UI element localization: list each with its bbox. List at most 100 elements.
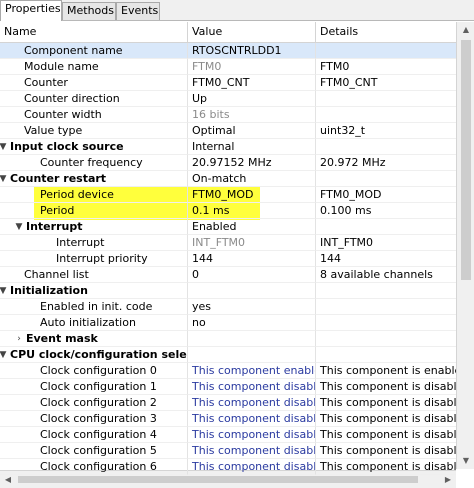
collapse-chevron-icon[interactable]: ▼ xyxy=(14,219,24,234)
details-cell: This component is disabled xyxy=(316,379,456,395)
table-row[interactable]: ▼ Interrupt Enabled xyxy=(0,219,474,235)
table-row[interactable]: Period 0.1 ms 0.100 ms xyxy=(0,203,474,219)
property-table: Component name RTOSCNTRLDD1 Module name FTM… xyxy=(0,43,474,475)
property-name: Channel list xyxy=(24,268,89,281)
table-row[interactable]: Interrupt priority 144 144 xyxy=(0,251,474,267)
name-cell: Value type xyxy=(0,123,188,139)
value-cell[interactable]: This component disabled xyxy=(188,443,316,459)
details-cell xyxy=(316,107,456,123)
name-cell: Clock configuration 3 xyxy=(0,411,188,427)
expand-chevron-icon[interactable]: › xyxy=(14,331,24,346)
name-cell: ▼CPU clock/configuration selection xyxy=(0,347,188,363)
table-row[interactable]: Enabled in init. code yes xyxy=(0,299,474,315)
table-row[interactable]: Channel list 0 8 available channels xyxy=(0,267,474,283)
value-cell[interactable]: This component disabled xyxy=(188,379,316,395)
property-name: Period xyxy=(40,204,75,217)
value-cell[interactable]: FTM0_MOD xyxy=(188,187,316,203)
table-row[interactable]: › Event mask xyxy=(0,331,474,347)
value-cell[interactable]: no xyxy=(188,315,316,331)
value-cell[interactable]: 0.1 ms xyxy=(188,203,316,219)
property-name: Interrupt priority xyxy=(56,252,148,265)
value-cell[interactable]: 0 xyxy=(188,267,316,283)
details-cell: uint32_t xyxy=(316,123,456,139)
details-cell: This component is enabled xyxy=(316,363,456,379)
scroll-up-icon[interactable]: ▲ xyxy=(457,22,474,38)
table-row[interactable]: Value type Optimal uint32_t xyxy=(0,123,474,139)
property-name: Counter width xyxy=(24,108,102,121)
table-row[interactable]: ▼ Initialization xyxy=(0,283,474,299)
value-cell[interactable]: FTM0_CNT xyxy=(188,75,316,91)
name-cell: Interrupt priority xyxy=(0,251,188,267)
value-cell[interactable]: RTOSCNTRLDD1 xyxy=(188,43,316,59)
table-row[interactable]: Counter FTM0_CNT FTM0_CNT xyxy=(0,75,474,91)
table-row[interactable]: Interrupt INT_FTM0 INT_FTM0 xyxy=(0,235,474,251)
value-cell[interactable]: This component disabled xyxy=(188,427,316,443)
column-header-details[interactable]: Details xyxy=(316,22,456,42)
details-cell xyxy=(316,139,456,155)
value-cell[interactable]: 16 bits xyxy=(188,107,316,123)
table-row[interactable]: Counter direction Up xyxy=(0,91,474,107)
value-cell[interactable]: yes xyxy=(188,299,316,315)
tab-properties[interactable]: Properties xyxy=(0,0,62,21)
table-row[interactable]: ▼CPU clock/configuration selection xyxy=(0,347,474,363)
table-row[interactable]: Component name RTOSCNTRLDD1 xyxy=(0,43,474,59)
value-cell[interactable]: This component disabled xyxy=(188,395,316,411)
name-cell: Clock configuration 4 xyxy=(0,427,188,443)
tab-events[interactable]: Events xyxy=(116,2,160,20)
details-cell xyxy=(316,219,456,235)
name-cell: Counter width xyxy=(0,107,188,123)
table-row[interactable]: Auto initialization no xyxy=(0,315,474,331)
property-name: Input clock source xyxy=(10,140,124,153)
value-cell[interactable]: This component disabled xyxy=(188,459,316,475)
value-cell[interactable]: On-match xyxy=(188,171,316,187)
horizontal-scrollbar-thumb[interactable] xyxy=(18,476,418,483)
table-row[interactable]: Clock configuration 6 This component disa… xyxy=(0,459,474,475)
property-name: Interrupt xyxy=(26,220,83,233)
property-name: Auto initialization xyxy=(40,316,136,329)
column-header-value[interactable]: Value xyxy=(188,22,316,42)
value-cell[interactable] xyxy=(188,331,316,347)
table-row[interactable]: ▼ Input clock source Internal xyxy=(0,139,474,155)
property-name: CPU clock/configuration selection xyxy=(10,348,187,361)
collapse-chevron-icon[interactable]: ▼ xyxy=(0,283,8,298)
value-cell[interactable]: Enabled xyxy=(188,219,316,235)
value-cell[interactable]: 144 xyxy=(188,251,316,267)
property-name: Interrupt xyxy=(56,236,105,249)
table-row[interactable]: ▼ Counter restart On-match xyxy=(0,171,474,187)
value-cell[interactable]: INT_FTM0 xyxy=(188,235,316,251)
value-cell[interactable]: Internal xyxy=(188,139,316,155)
property-name: Clock configuration 4 xyxy=(40,428,157,441)
value-cell[interactable]: Up xyxy=(188,91,316,107)
value-cell[interactable]: This component disabled xyxy=(188,411,316,427)
details-cell: This component is disabled xyxy=(316,459,456,475)
value-cell[interactable] xyxy=(188,283,316,299)
details-cell xyxy=(316,331,456,347)
table-row[interactable]: Clock configuration 2 This component disa… xyxy=(0,395,474,411)
property-name: Value type xyxy=(24,124,83,137)
table-header: Name Value Details xyxy=(0,22,474,43)
table-row[interactable]: Clock configuration 0 This component enab… xyxy=(0,363,474,379)
collapse-chevron-icon[interactable]: ▼ xyxy=(0,171,8,186)
tab-methods[interactable]: Methods xyxy=(62,2,116,20)
table-row[interactable]: Clock configuration 5 This component disa… xyxy=(0,443,474,459)
table-row[interactable]: Module name FTM0 FTM0 xyxy=(0,59,474,75)
details-cell: INT_FTM0 xyxy=(316,235,456,251)
value-cell[interactable]: 20.97152 MHz xyxy=(188,155,316,171)
table-row[interactable]: Clock configuration 3 This component disa… xyxy=(0,411,474,427)
collapse-chevron-icon[interactable]: ▼ xyxy=(0,139,8,154)
table-row[interactable]: Counter frequency 20.97152 MHz 20.972 MHz xyxy=(0,155,474,171)
value-cell[interactable]: Optimal xyxy=(188,123,316,139)
value-cell[interactable] xyxy=(188,347,316,363)
property-name: Clock configuration 6 xyxy=(40,460,157,473)
table-row[interactable]: Period device FTM0_MOD FTM0_MOD xyxy=(0,187,474,203)
property-name: Clock configuration 3 xyxy=(40,412,157,425)
value-cell[interactable]: This component enabled xyxy=(188,363,316,379)
column-header-name[interactable]: Name xyxy=(0,22,188,42)
collapse-chevron-icon[interactable]: ▼ xyxy=(0,347,8,362)
table-row[interactable]: Clock configuration 1 This component disa… xyxy=(0,379,474,395)
value-cell[interactable]: FTM0 xyxy=(188,59,316,75)
table-row[interactable]: Clock configuration 4 This component disa… xyxy=(0,427,474,443)
table-row[interactable]: Counter width 16 bits xyxy=(0,107,474,123)
details-cell: This component is disabled xyxy=(316,443,456,459)
details-cell: FTM0_MOD xyxy=(316,187,456,203)
